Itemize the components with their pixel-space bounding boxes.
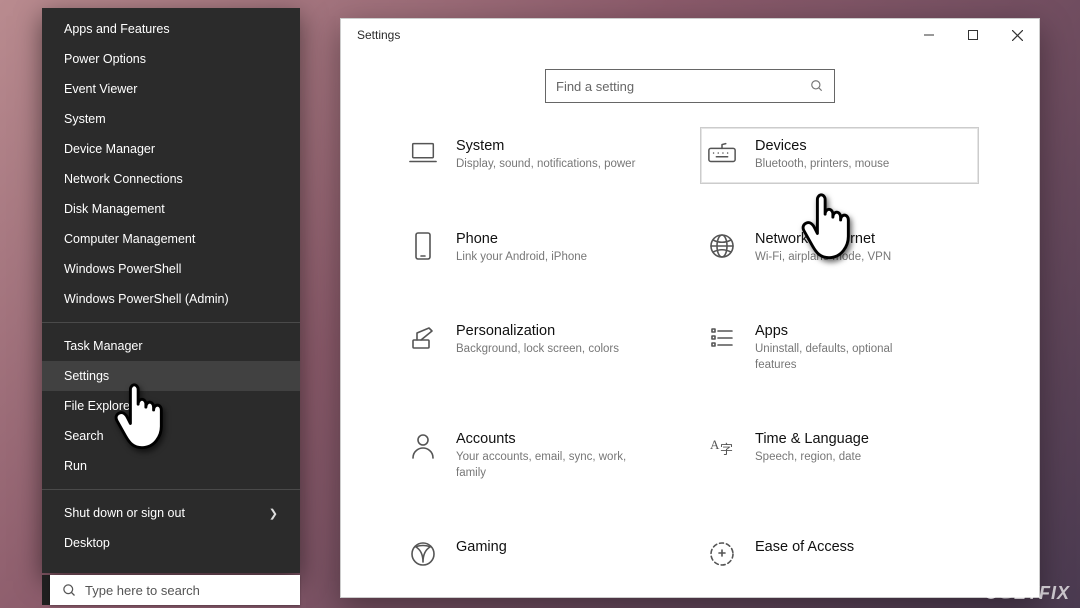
ctx-item-windows-powershell-admin-[interactable]: Windows PowerShell (Admin) [42, 284, 300, 314]
tile-devices[interactable]: Devices Bluetooth, printers, mouse [700, 127, 979, 184]
ctx-group-2: Task Manager Settings File Explorer Search R… [42, 325, 300, 487]
ctx-item-power-options[interactable]: Power Options [42, 44, 300, 74]
tile-subtitle: Background, lock screen, colors [456, 342, 619, 358]
ease-icon [707, 539, 737, 569]
taskbar-search[interactable]: Type here to search [50, 575, 300, 605]
ctx-item-label: Windows PowerShell [64, 262, 181, 276]
tile-accounts[interactable]: Accounts Your accounts, email, sync, work… [401, 420, 680, 492]
tile-title: Phone [456, 231, 587, 247]
tile-subtitle: Your accounts, email, sync, work, family [456, 450, 636, 481]
maximize-button[interactable] [951, 19, 995, 51]
ctx-item-label: System [64, 112, 106, 126]
tile-title: Devices [755, 138, 889, 154]
tile-subtitle: Speech, region, date [755, 450, 869, 466]
ctx-item-label: Disk Management [64, 202, 165, 216]
ctx-group-3: Shut down or sign out ❯ Desktop [42, 492, 300, 564]
ctx-group-1: Apps and Features Power Options Event View… [42, 8, 300, 320]
tile-subtitle: Bluetooth, printers, mouse [755, 157, 889, 173]
taskbar-search-placeholder: Type here to search [85, 583, 200, 598]
ctx-item-label: Apps and Features [64, 22, 170, 36]
svg-text:字: 字 [720, 442, 733, 457]
ctx-item-file-explorer[interactable]: File Explorer [42, 391, 300, 421]
settings-search-placeholder: Find a setting [556, 79, 634, 94]
tile-phone[interactable]: Phone Link your Android, iPhone [401, 220, 680, 277]
tile-title: Ease of Access [755, 539, 854, 555]
ctx-item-task-manager[interactable]: Task Manager [42, 331, 300, 361]
person-icon [408, 431, 438, 461]
settings-search-input[interactable]: Find a setting [545, 69, 835, 103]
phone-icon [408, 231, 438, 261]
tile-title: Apps [755, 323, 935, 339]
search-icon [810, 79, 824, 93]
hand-cursor-icon [113, 380, 171, 452]
ctx-item-run[interactable]: Run [42, 451, 300, 481]
start-button-edge[interactable] [42, 575, 50, 605]
chevron-right-icon: ❯ [269, 507, 278, 520]
minimize-button[interactable] [907, 19, 951, 51]
laptop-icon [408, 138, 438, 168]
tile-personalization[interactable]: Personalization Background, lock screen, … [401, 312, 680, 384]
keyboard-icon [707, 138, 737, 168]
tile-subtitle: Display, sound, notifications, power [456, 157, 635, 173]
ctx-item-settings[interactable]: Settings [42, 361, 300, 391]
tile-subtitle: Uninstall, defaults, optional features [755, 342, 935, 373]
ctx-item-windows-powershell[interactable]: Windows PowerShell [42, 254, 300, 284]
globe-icon [707, 231, 737, 261]
tile-title: Accounts [456, 431, 636, 447]
ctx-item-apps-and-features[interactable]: Apps and Features [42, 14, 300, 44]
ctx-item-label: Event Viewer [64, 82, 137, 96]
ctx-item-label: Settings [64, 369, 109, 383]
ctx-item-label: Computer Management [64, 232, 195, 246]
tile-ease[interactable]: Ease of Access [700, 528, 979, 580]
ctx-item-label: Power Options [64, 52, 146, 66]
ctx-item-device-manager[interactable]: Device Manager [42, 134, 300, 164]
ctx-item-label: Windows PowerShell (Admin) [64, 292, 229, 306]
tile-apps[interactable]: Apps Uninstall, defaults, optional featur… [700, 312, 979, 384]
ctx-item-label: Network Connections [64, 172, 183, 186]
tile-title: Gaming [456, 539, 507, 555]
tile-title: Time & Language [755, 431, 869, 447]
titlebar[interactable]: Settings [341, 19, 1039, 51]
xbox-icon [408, 539, 438, 569]
menu-separator [42, 322, 300, 323]
tile-system[interactable]: System Display, sound, notifications, pow… [401, 127, 680, 184]
ctx-item-label: Run [64, 459, 87, 473]
svg-text:A: A [710, 437, 720, 452]
hand-cursor-icon [800, 190, 858, 262]
ctx-item-system[interactable]: System [42, 104, 300, 134]
ctx-item-label: Shut down or sign out [64, 506, 185, 520]
tile-title: Personalization [456, 323, 619, 339]
tile-title: System [456, 138, 635, 154]
paint-icon [408, 323, 438, 353]
ctx-item-label: Desktop [64, 536, 110, 550]
winx-context-menu[interactable]: Apps and Features Power Options Event View… [42, 8, 300, 573]
ctx-item-shut-down-or-sign-out[interactable]: Shut down or sign out ❯ [42, 498, 300, 528]
ctx-item-label: Search [64, 429, 104, 443]
ctx-item-search[interactable]: Search [42, 421, 300, 451]
window-title: Settings [357, 28, 400, 42]
language-icon: A字 [707, 431, 737, 461]
ctx-item-disk-management[interactable]: Disk Management [42, 194, 300, 224]
ctx-item-desktop[interactable]: Desktop [42, 528, 300, 558]
ctx-item-label: Device Manager [64, 142, 155, 156]
tile-gaming[interactable]: Gaming [401, 528, 680, 580]
tile-time[interactable]: A字 Time & Language Speech, region, date [700, 420, 979, 492]
list-icon [707, 323, 737, 353]
ctx-item-network-connections[interactable]: Network Connections [42, 164, 300, 194]
menu-separator [42, 489, 300, 490]
watermark: UGETFIX [985, 583, 1070, 604]
close-button[interactable] [995, 19, 1039, 51]
ctx-item-computer-management[interactable]: Computer Management [42, 224, 300, 254]
settings-window: Settings Find a setting System Display, s… [340, 18, 1040, 598]
tile-subtitle: Link your Android, iPhone [456, 250, 587, 266]
ctx-item-event-viewer[interactable]: Event Viewer [42, 74, 300, 104]
settings-tiles-grid: System Display, sound, notifications, pow… [341, 127, 1039, 590]
ctx-item-label: Task Manager [64, 339, 143, 353]
search-icon [62, 583, 77, 598]
